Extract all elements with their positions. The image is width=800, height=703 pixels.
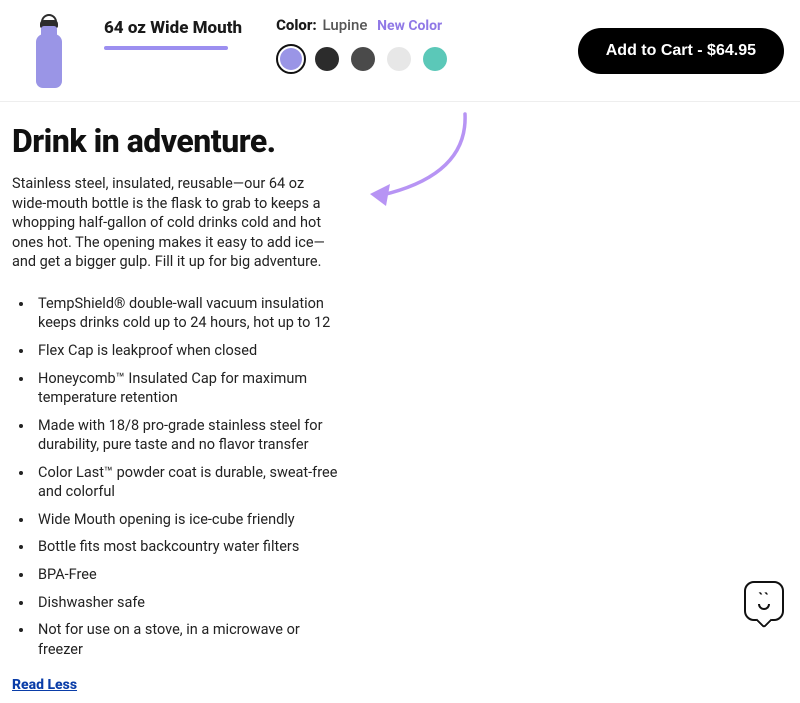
product-title-block: 64 oz Wide Mouth xyxy=(104,10,242,50)
feature-item: Flex Cap is leakproof when closed xyxy=(34,341,342,361)
color-swatch-lupine[interactable] xyxy=(276,44,306,74)
color-swatch-white[interactable] xyxy=(384,44,414,74)
chat-widget-button[interactable]: `` xyxy=(744,581,784,621)
feature-item: Not for use on a stove, in a microwave o… xyxy=(34,620,342,659)
feature-item: Bottle fits most backcountry water filte… xyxy=(34,537,342,557)
color-swatches xyxy=(276,44,450,74)
feature-item: Color Last™ powder coat is durable, swea… xyxy=(34,463,342,502)
feature-item: Honeycomb™ Insulated Cap for maximum tem… xyxy=(34,369,342,408)
color-label: Color: xyxy=(276,16,317,34)
color-selector: Color: Lupine New Color xyxy=(276,10,450,74)
color-swatch-stone[interactable] xyxy=(348,44,378,74)
color-swatch-black[interactable] xyxy=(312,44,342,74)
title-underline xyxy=(104,46,228,50)
product-details: Drink in adventure. Stainless steel, ins… xyxy=(0,102,800,703)
callout-arrow-icon xyxy=(360,106,480,216)
feature-item: TempShield® double-wall vacuum insulatio… xyxy=(34,294,342,333)
feature-item: Wide Mouth opening is ice-cube friendly xyxy=(34,510,342,530)
feature-list: TempShield® double-wall vacuum insulatio… xyxy=(12,294,342,659)
add-to-cart-button[interactable]: Add to Cart - $64.95 xyxy=(578,28,784,74)
color-swatch-dew[interactable] xyxy=(420,44,450,74)
read-less-toggle[interactable]: Read Less xyxy=(12,677,77,693)
new-color-badge: New Color xyxy=(377,18,442,34)
feature-item: Made with 18/8 pro-grade stainless steel… xyxy=(34,416,342,455)
feature-item: BPA-Free xyxy=(34,565,342,585)
sticky-product-bar: 64 oz Wide Mouth Color: Lupine New Color… xyxy=(0,0,800,102)
product-description: Stainless steel, insulated, reusable—our… xyxy=(12,174,342,272)
product-thumbnail xyxy=(14,10,84,88)
product-title: 64 oz Wide Mouth xyxy=(104,18,242,38)
feature-item: Dishwasher safe xyxy=(34,593,342,613)
color-value: Lupine xyxy=(323,16,368,34)
